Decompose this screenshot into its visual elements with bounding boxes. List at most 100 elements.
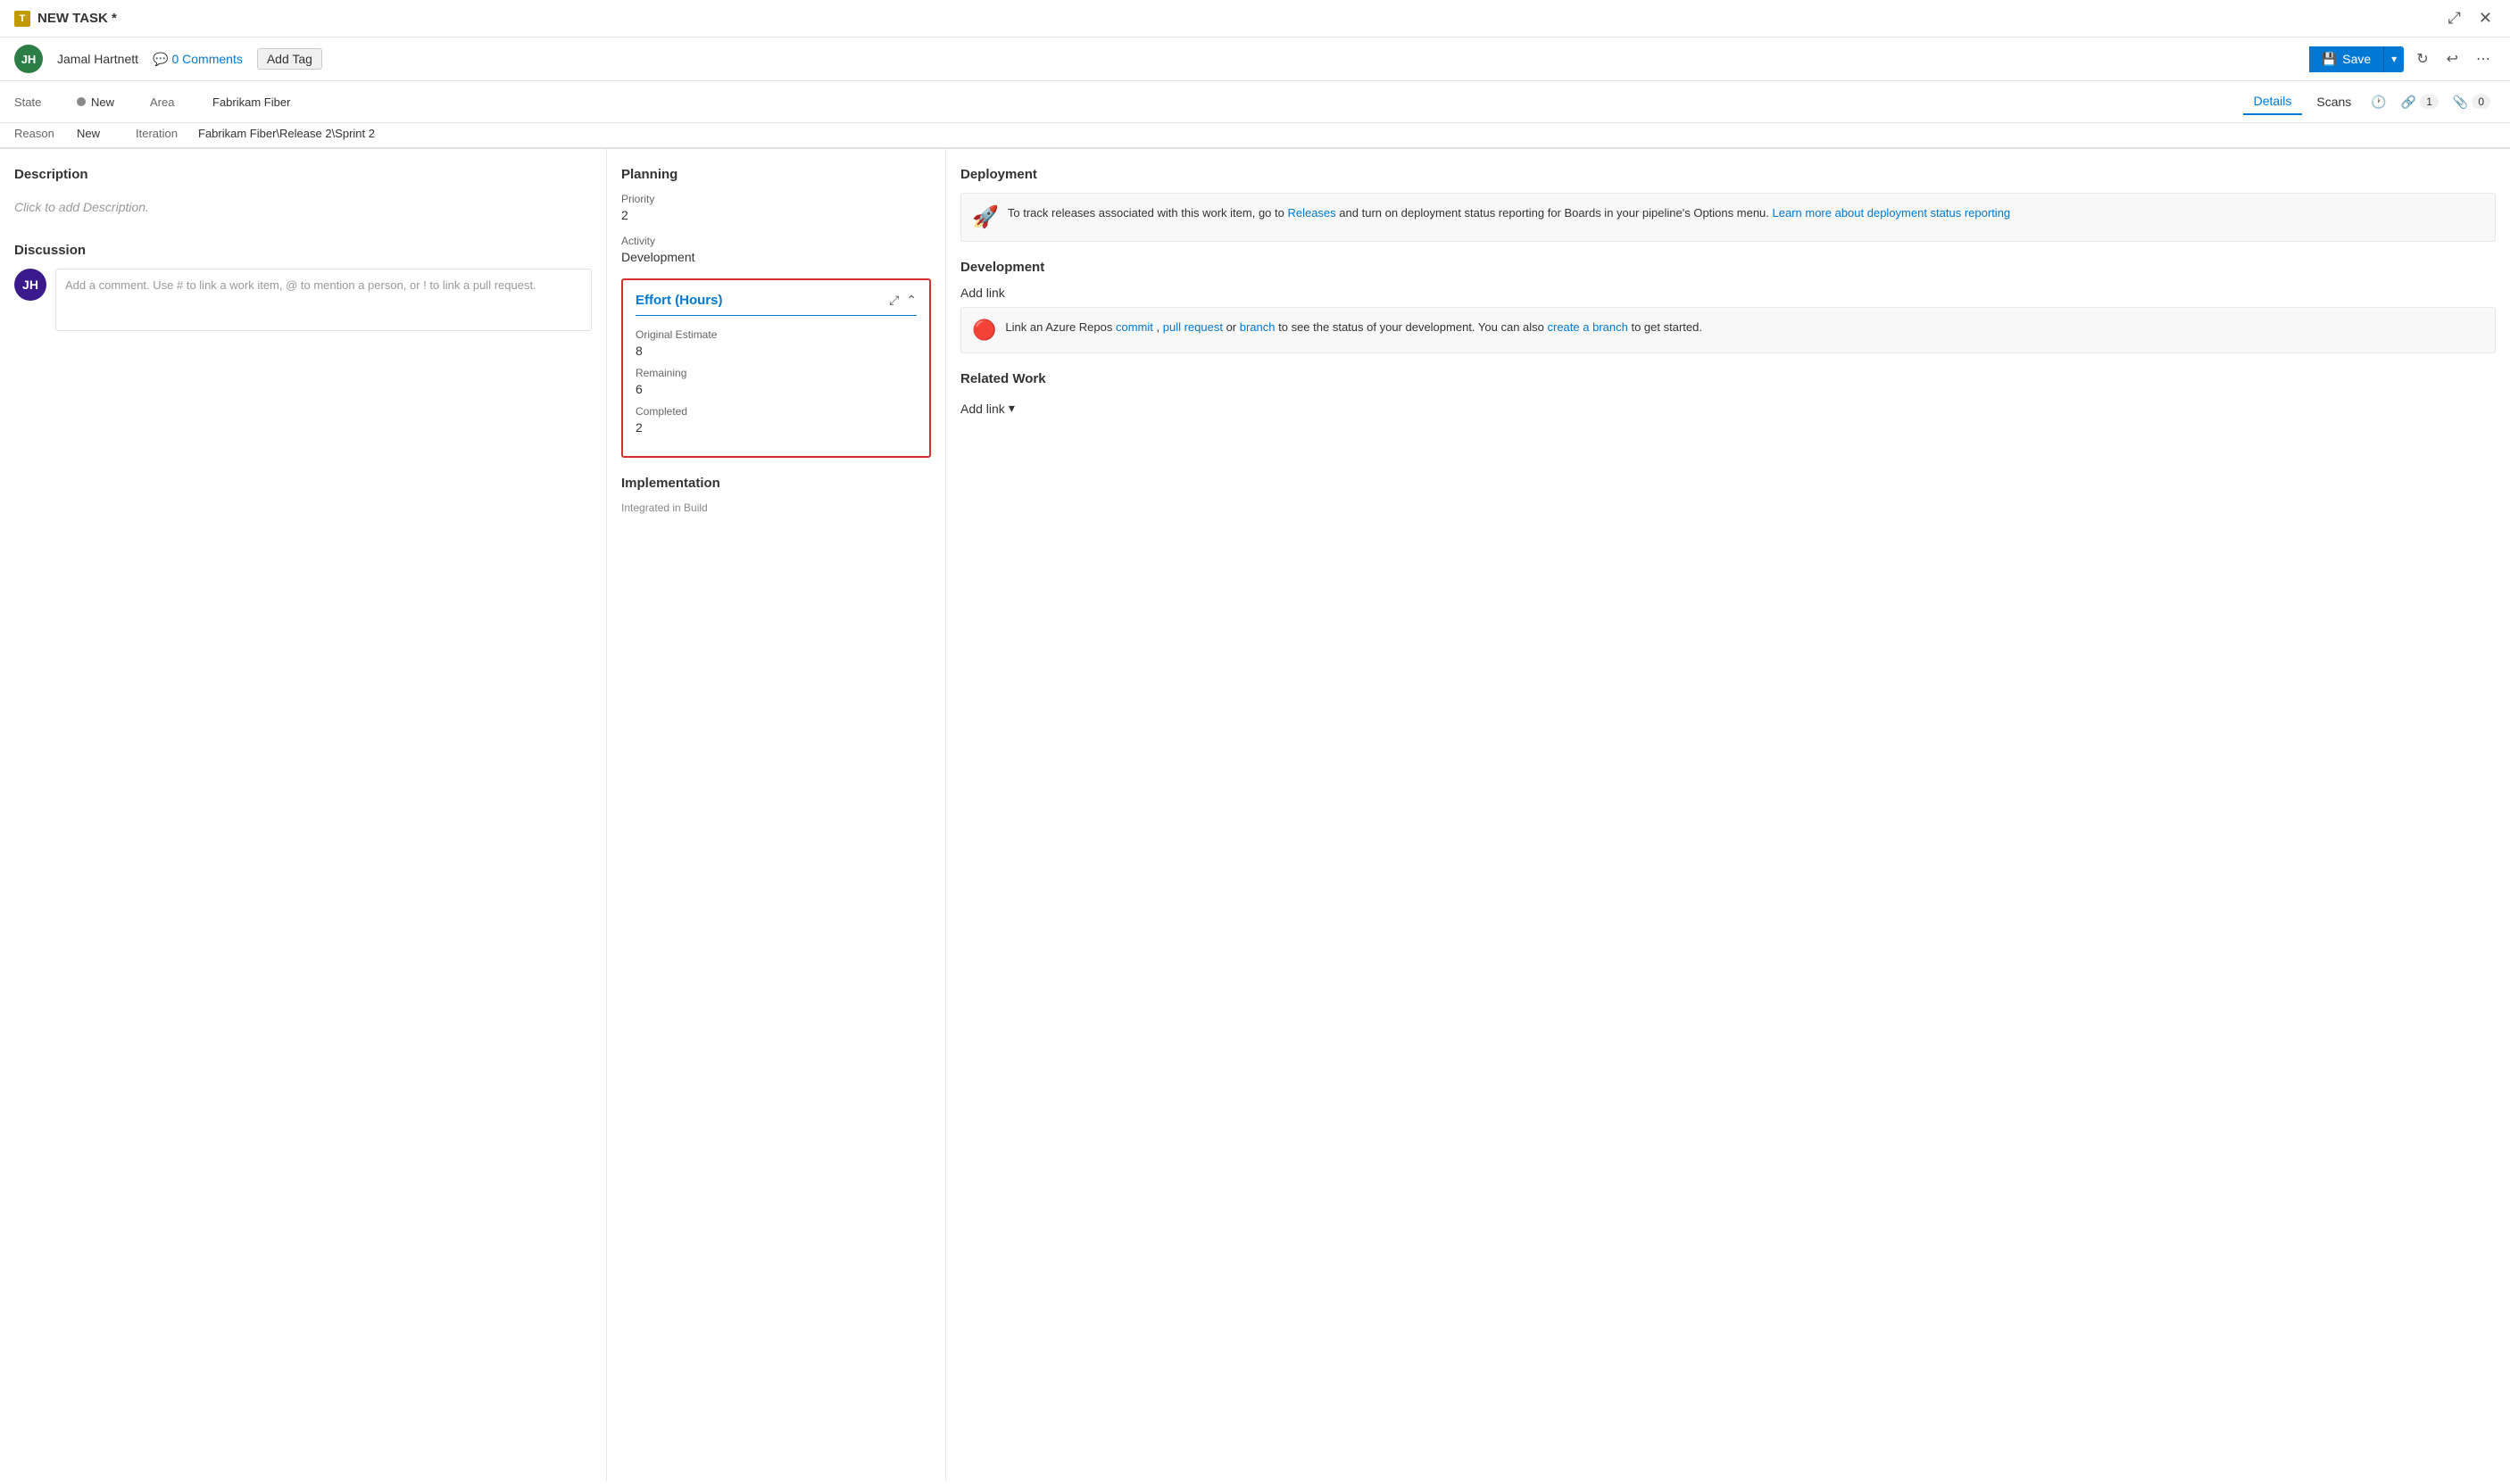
more-actions-button[interactable]: ⋯ bbox=[2471, 46, 2496, 71]
save-dropdown-button[interactable]: ▾ bbox=[2384, 47, 2404, 70]
save-button-group: 💾 Save ▾ bbox=[2309, 46, 2404, 72]
title-bar: T NEW TASK * ⤢ ✕ bbox=[0, 0, 2510, 37]
save-icon: 💾 bbox=[2322, 52, 2337, 67]
activity-value: Development bbox=[621, 250, 931, 264]
iteration-label: Iteration bbox=[136, 127, 189, 140]
deployment-title: Deployment bbox=[960, 167, 2496, 182]
reason-label: Reason bbox=[14, 127, 68, 140]
commit-link[interactable]: commit bbox=[1116, 320, 1153, 334]
attachments-icon: 📎 bbox=[2453, 95, 2468, 110]
links-icon: 🔗 bbox=[2401, 95, 2416, 110]
refresh-button[interactable]: ↻ bbox=[2411, 46, 2433, 71]
reason-value: New bbox=[77, 127, 100, 140]
add-link-label: Add link bbox=[960, 286, 2496, 300]
state-dot bbox=[77, 97, 86, 106]
related-work-add-link[interactable]: Add link ▾ bbox=[960, 397, 2496, 419]
history-icon: 🕐 bbox=[2371, 95, 2386, 110]
effort-box: Effort (Hours) ⤢ ⌃ Original Estimate 8 R… bbox=[621, 278, 931, 458]
comment-input[interactable]: Add a comment. Use # to link a work item… bbox=[55, 269, 592, 331]
close-window-button[interactable]: ✕ bbox=[2475, 5, 2496, 31]
original-estimate-field: Original Estimate 8 bbox=[636, 328, 917, 358]
discussion-title: Discussion bbox=[14, 243, 592, 258]
header-row: JH Jamal Hartnett 💬 0 Comments Add Tag 💾… bbox=[0, 37, 2510, 81]
tab-details[interactable]: Details bbox=[2243, 88, 2303, 115]
window-title: NEW TASK * bbox=[37, 11, 117, 26]
tab-bar: Details Scans 🕐 🔗 1 📎 0 bbox=[2243, 88, 2496, 115]
save-button[interactable]: 💾 Save bbox=[2309, 46, 2384, 72]
learn-more-link[interactable]: Learn more about deployment status repor… bbox=[1773, 206, 2011, 220]
comment-icon: 💬 bbox=[153, 52, 168, 67]
discussion-section: Discussion JH Add a comment. Use # to li… bbox=[14, 243, 592, 331]
discussion-avatar: JH bbox=[14, 269, 46, 301]
original-estimate-value: 8 bbox=[636, 344, 917, 358]
effort-actions: ⤢ ⌃ bbox=[889, 293, 917, 308]
effort-expand-button[interactable]: ⤢ bbox=[889, 293, 899, 308]
left-panel: Description Click to add Description. Di… bbox=[0, 149, 607, 1481]
related-work-section: Related Work Add link ▾ bbox=[960, 371, 2496, 419]
right-panel: Deployment 🚀 To track releases associate… bbox=[946, 149, 2510, 1481]
main-content: Description Click to add Description. Di… bbox=[0, 149, 2510, 1481]
description-title: Description bbox=[14, 167, 592, 182]
title-bar-right: ⤢ ✕ bbox=[2445, 5, 2497, 31]
add-tag-button[interactable]: Add Tag bbox=[257, 48, 322, 70]
dev-icon: 🔴 bbox=[972, 319, 996, 342]
planning-title: Planning bbox=[621, 167, 931, 182]
state-field: State New bbox=[14, 95, 114, 109]
reason-field: Reason New bbox=[14, 127, 100, 140]
state-value: New bbox=[77, 95, 114, 109]
task-type-icon: T bbox=[14, 11, 30, 27]
implementation-section: Implementation Integrated in Build bbox=[621, 476, 931, 514]
completed-field: Completed 2 bbox=[636, 405, 917, 435]
deployment-box: 🚀 To track releases associated with this… bbox=[960, 193, 2496, 242]
area-field: Area Fabrikam Fiber bbox=[150, 95, 290, 109]
discussion-input-row: JH Add a comment. Use # to link a work i… bbox=[14, 269, 592, 331]
links-tab-button[interactable]: 🔗 1 bbox=[2396, 91, 2444, 113]
priority-label: Priority bbox=[621, 193, 931, 205]
iteration-value: Fabrikam Fiber\Release 2\Sprint 2 bbox=[198, 127, 375, 140]
activity-label: Activity bbox=[621, 235, 931, 247]
releases-link[interactable]: Releases bbox=[1287, 206, 1335, 220]
completed-label: Completed bbox=[636, 405, 917, 418]
username: Jamal Hartnett bbox=[57, 52, 138, 66]
remaining-value: 6 bbox=[636, 382, 917, 396]
priority-field: Priority 2 bbox=[621, 193, 931, 222]
history-tab-button[interactable]: 🕐 bbox=[2365, 91, 2391, 113]
original-estimate-label: Original Estimate bbox=[636, 328, 917, 341]
title-bar-left: T NEW TASK * bbox=[14, 11, 117, 27]
activity-field: Activity Development bbox=[621, 235, 931, 264]
effort-title: Effort (Hours) bbox=[636, 293, 723, 308]
header-left: JH Jamal Hartnett 💬 0 Comments Add Tag bbox=[14, 45, 322, 73]
attachments-badge: 0 bbox=[2472, 95, 2490, 109]
header-right: 💾 Save ▾ ↻ ↩ ⋯ bbox=[2309, 46, 2496, 72]
effort-collapse-button[interactable]: ⌃ bbox=[906, 293, 917, 308]
tab-scans[interactable]: Scans bbox=[2306, 89, 2362, 114]
pull-request-link[interactable]: pull request bbox=[1163, 320, 1223, 334]
description-placeholder[interactable]: Click to add Description. bbox=[14, 193, 592, 221]
deployment-text: To track releases associated with this w… bbox=[1008, 204, 2010, 222]
deployment-icon: 🚀 bbox=[972, 204, 999, 230]
links-badge: 1 bbox=[2420, 95, 2439, 109]
branch-link[interactable]: branch bbox=[1240, 320, 1276, 334]
dev-text: Link an Azure Repos commit , pull reques… bbox=[1005, 319, 1702, 336]
comments-count: 0 Comments bbox=[171, 52, 242, 66]
remaining-field: Remaining 6 bbox=[636, 367, 917, 396]
priority-value: 2 bbox=[621, 208, 931, 222]
meta-row-1: State New Area Fabrikam Fiber Details Sc… bbox=[0, 81, 2510, 123]
remaining-label: Remaining bbox=[636, 367, 917, 379]
expand-window-button[interactable]: ⤢ bbox=[2445, 5, 2464, 31]
avatar: JH bbox=[14, 45, 43, 73]
meta-row-2: Reason New Iteration Fabrikam Fiber\Rele… bbox=[0, 123, 2510, 149]
create-branch-link[interactable]: create a branch bbox=[1548, 320, 1628, 334]
dev-box: 🔴 Link an Azure Repos commit , pull requ… bbox=[960, 307, 2496, 353]
development-section: Development Add link 🔴 Link an Azure Rep… bbox=[960, 260, 2496, 353]
state-label: State bbox=[14, 95, 68, 109]
completed-value: 2 bbox=[636, 420, 917, 435]
comments-link[interactable]: 💬 0 Comments bbox=[153, 52, 243, 67]
effort-header: Effort (Hours) ⤢ ⌃ bbox=[636, 293, 917, 316]
related-work-title: Related Work bbox=[960, 371, 2496, 386]
area-value: Fabrikam Fiber bbox=[212, 95, 290, 109]
implementation-title: Implementation bbox=[621, 476, 931, 491]
attachments-tab-button[interactable]: 📎 0 bbox=[2448, 91, 2496, 113]
undo-button[interactable]: ↩ bbox=[2441, 46, 2464, 71]
integrated-in-build-label: Integrated in Build bbox=[621, 502, 931, 514]
